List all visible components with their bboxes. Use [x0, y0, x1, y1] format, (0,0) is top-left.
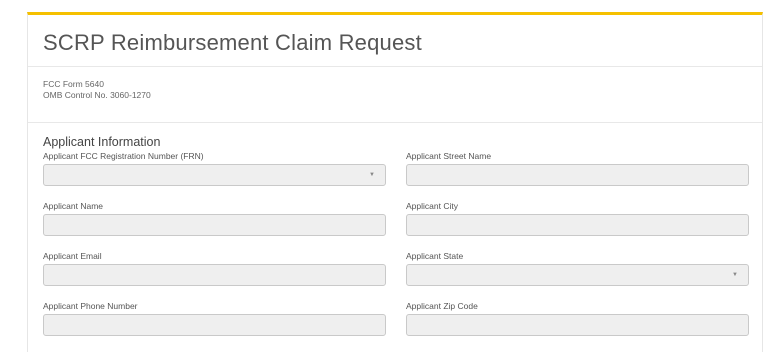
state-label: Applicant State: [406, 251, 464, 261]
page: SCRP Reimbursement Claim Request FCC For…: [0, 0, 781, 352]
phone-label: Applicant Phone Number: [43, 301, 138, 311]
email-label: Applicant Email: [43, 251, 102, 261]
omb-control-number: OMB Control No. 3060-1270: [43, 90, 151, 100]
applicant-name-field: Applicant Name: [43, 201, 386, 251]
frn-select[interactable]: ▼: [43, 164, 386, 186]
claim-form-card: SCRP Reimbursement Claim Request FCC For…: [27, 12, 763, 352]
chevron-down-icon: ▼: [369, 172, 375, 178]
city-label: Applicant City: [406, 201, 458, 211]
email-input[interactable]: [43, 264, 386, 286]
section-heading: Applicant Information: [43, 135, 161, 149]
phone-field: Applicant Phone Number: [43, 301, 386, 351]
zip-field: Applicant Zip Code: [406, 301, 749, 351]
city-field: Applicant City: [406, 201, 749, 251]
form-number: FCC Form 5640: [43, 79, 104, 89]
zip-label: Applicant Zip Code: [406, 301, 478, 311]
applicant-name-input[interactable]: [43, 214, 386, 236]
form-meta: FCC Form 5640 OMB Control No. 3060-1270: [28, 67, 762, 123]
street-name-field: Applicant Street Name: [406, 151, 749, 201]
state-select[interactable]: ▼: [406, 264, 749, 286]
email-field: Applicant Email: [43, 251, 386, 301]
street-name-input[interactable]: [406, 164, 749, 186]
frn-label: Applicant FCC Registration Number (FRN): [43, 151, 204, 161]
frn-field: Applicant FCC Registration Number (FRN) …: [43, 151, 386, 201]
chevron-down-icon: ▼: [732, 272, 738, 278]
zip-input[interactable]: [406, 314, 749, 336]
form-header: SCRP Reimbursement Claim Request: [28, 15, 762, 67]
applicant-fields-grid: Applicant FCC Registration Number (FRN) …: [43, 151, 749, 351]
street-name-label: Applicant Street Name: [406, 151, 492, 161]
page-title: SCRP Reimbursement Claim Request: [43, 30, 422, 55]
city-input[interactable]: [406, 214, 749, 236]
applicant-name-label: Applicant Name: [43, 201, 104, 211]
phone-input[interactable]: [43, 314, 386, 336]
applicant-information-section: Applicant Information Applicant FCC Regi…: [28, 123, 762, 351]
state-field: Applicant State ▼: [406, 251, 749, 301]
